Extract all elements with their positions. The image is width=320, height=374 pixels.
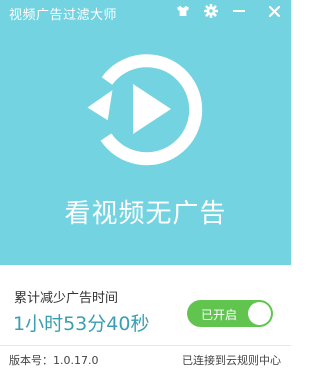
stats-label: 累计减少广告时间 xyxy=(14,291,119,306)
headline: 看视频无广告 xyxy=(64,199,227,229)
footer: 版本号：1.0.17.0 已连接到云规则中心 xyxy=(0,345,291,374)
minimize-icon xyxy=(233,10,245,12)
filter-toggle[interactable]: 已开启 xyxy=(187,300,273,327)
tshirt-icon xyxy=(177,5,189,16)
replay-play-icon xyxy=(87,54,203,166)
settings-button[interactable] xyxy=(200,0,222,22)
app-window: 视频广告过滤大师 看视频无广告 累计减少广告时间 1小时53分40秒 已开启 版… xyxy=(0,0,291,373)
version-label: 版本号：1.0.17.0 xyxy=(9,354,99,367)
stats-time-value: 1小时53分40秒 xyxy=(13,313,150,335)
title-bar[interactable]: 视频广告过滤大师 xyxy=(0,0,291,26)
close-icon xyxy=(268,5,280,17)
toggle-label: 已开启 xyxy=(201,308,238,322)
toggle-knob xyxy=(248,302,271,325)
skin-button[interactable] xyxy=(172,0,194,22)
cloud-status: 已连接到云规则中心 xyxy=(182,354,281,367)
app-title: 视频广告过滤大师 xyxy=(9,8,118,23)
close-button[interactable] xyxy=(263,0,285,22)
minimize-button[interactable] xyxy=(228,0,250,22)
hero-panel: 视频广告过滤大师 看视频无广告 xyxy=(0,0,291,265)
gear-icon xyxy=(204,4,218,18)
